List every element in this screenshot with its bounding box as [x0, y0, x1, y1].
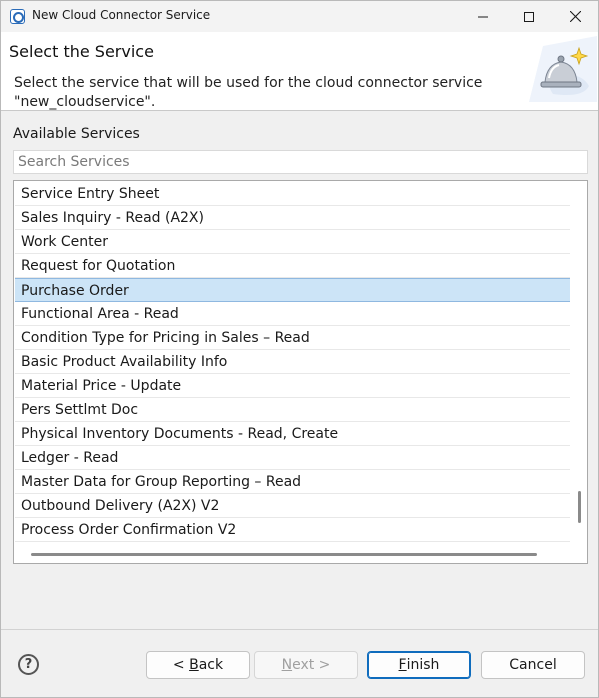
search-input[interactable] — [13, 150, 588, 174]
minimize-button[interactable] — [460, 1, 506, 32]
wizard-header: Select the Service Select the service th… — [1, 32, 598, 111]
list-item[interactable]: Basic Product Availability Info — [15, 350, 570, 374]
back-mnemonic: B — [189, 657, 199, 673]
footer-separator — [1, 629, 598, 630]
service-bell-icon — [529, 36, 597, 102]
list-item[interactable]: Material Price - Update — [15, 374, 570, 398]
list-item[interactable]: Master Data for Group Reporting – Read — [15, 470, 570, 494]
close-icon — [569, 11, 581, 22]
list-item[interactable]: Ledger - Read — [15, 446, 570, 470]
list-item[interactable]: Functional Area - Read — [15, 302, 570, 326]
list-item[interactable]: Work Center — [15, 230, 570, 254]
vertical-scroll-thumb[interactable] — [578, 491, 581, 523]
finish-mnemonic: F — [398, 657, 407, 673]
next-label-rest: ext > — [292, 657, 331, 673]
maximize-button[interactable] — [506, 1, 552, 32]
list-item[interactable]: Outbound Delivery (A2X) V2 — [15, 494, 570, 518]
help-button[interactable]: ? — [18, 654, 39, 675]
maximize-icon — [524, 11, 534, 22]
back-label-rest: ack — [198, 657, 224, 673]
cancel-button[interactable]: Cancel — [481, 651, 585, 679]
page-title: Select the Service — [9, 42, 154, 61]
next-mnemonic: N — [281, 657, 293, 673]
next-button[interactable]: Next > — [254, 651, 358, 679]
list-item[interactable]: Sales Inquiry - Read (A2X) — [15, 206, 570, 230]
horizontal-scrollbar[interactable] — [15, 547, 572, 562]
vertical-scrollbar[interactable] — [572, 182, 587, 546]
title-bar[interactable]: New Cloud Connector Service — [1, 1, 598, 32]
list-item[interactable]: Condition Type for Pricing in Sales – Re… — [15, 326, 570, 350]
close-button[interactable] — [552, 1, 598, 32]
help-icon: ? — [24, 657, 33, 672]
minimize-icon — [478, 16, 488, 17]
finish-button[interactable]: Finish — [367, 651, 471, 679]
back-prefix: < — [172, 657, 190, 673]
available-services-label: Available Services — [13, 126, 140, 142]
list-item[interactable]: Process Order Confirmation V2 — [15, 518, 570, 542]
dialog-window: New Cloud Connector Service Select the S… — [0, 0, 599, 698]
list-item[interactable]: Purchase Order — [15, 278, 570, 302]
page-description: Select the service that will be used for… — [14, 75, 483, 110]
window-title: New Cloud Connector Service — [32, 8, 211, 22]
list-item[interactable]: Physical Inventory Documents - Read, Cre… — [15, 422, 570, 446]
finish-label-rest: inish — [406, 657, 440, 673]
horizontal-scroll-thumb[interactable] — [31, 553, 537, 556]
list-item[interactable]: Request for Quotation — [15, 254, 570, 278]
back-button[interactable]: < Back — [146, 651, 250, 679]
app-icon — [10, 9, 25, 24]
service-list-items: Service Entry Sheet Sales Inquiry - Read … — [15, 182, 570, 542]
list-item[interactable]: Pers Settlmt Doc — [15, 398, 570, 422]
list-item[interactable]: Service Entry Sheet — [15, 182, 570, 206]
service-list[interactable]: Service Entry Sheet Sales Inquiry - Read … — [13, 180, 588, 564]
